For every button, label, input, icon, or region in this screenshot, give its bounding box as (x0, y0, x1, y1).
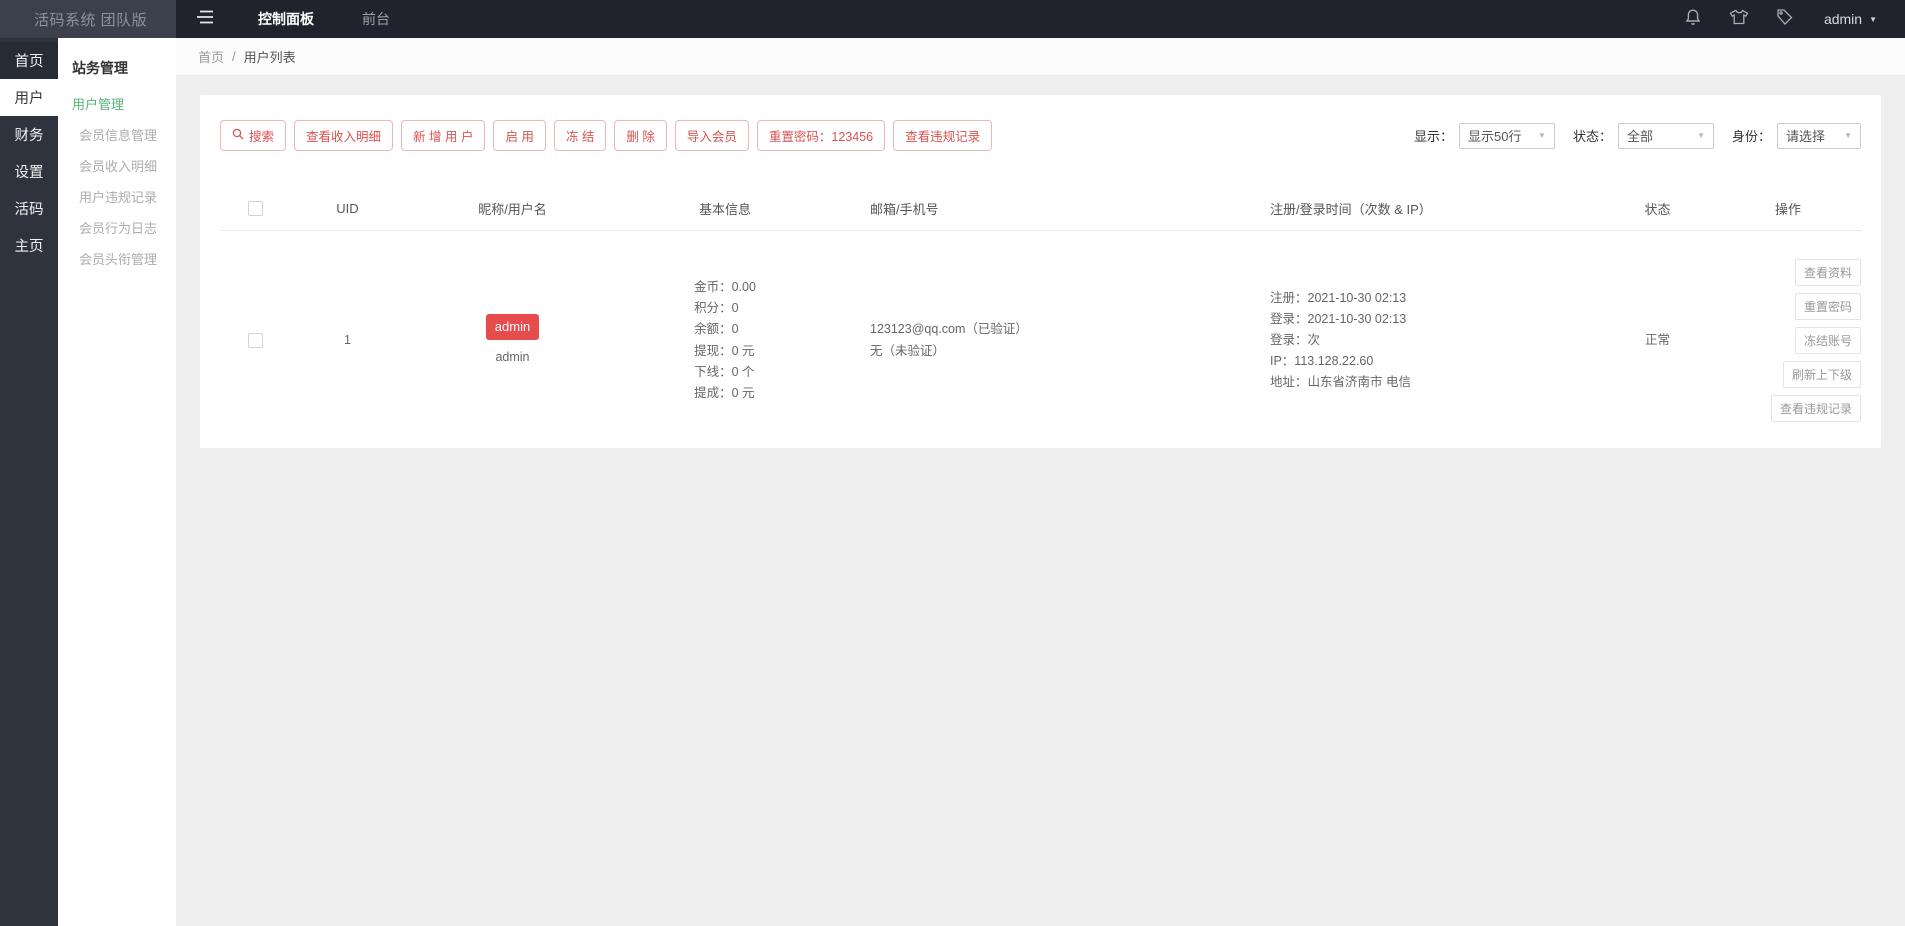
submenu-item-title-mgmt[interactable]: 会员头衔管理 (58, 243, 176, 274)
table-row: 1 admin admin 金币：0.00 积分：0 余额：0 提现：0 元 下… (220, 230, 1861, 451)
filter-label-role: 身份： (1731, 129, 1771, 144)
refresh-hierarchy-button[interactable]: 刷新上下级 (1782, 360, 1861, 388)
top-nav-frontend[interactable]: 前台 (338, 0, 414, 38)
role-badge: admin (485, 313, 540, 341)
top-nav: 控制面板 前台 (234, 0, 414, 38)
view-profile-button[interactable]: 查看资料 (1794, 258, 1861, 286)
role-select[interactable]: 请选择 ▼ (1777, 122, 1861, 149)
sidebar-item-settings[interactable]: 设置 (0, 153, 58, 190)
sidebar-item-livecode[interactable]: 活码 (0, 190, 58, 227)
rows-per-page-select[interactable]: 显示50行 ▼ (1458, 122, 1555, 149)
cell-register-login: 注册：2021-10-30 02:13 登录：2021-10-30 02:13 … (1270, 230, 1600, 451)
app-logo: 活码系统 团队版 (0, 0, 176, 38)
reset-password-button[interactable]: 重置密码：123456 (756, 120, 886, 151)
bell-icon (1685, 8, 1701, 31)
theme-button[interactable] (1716, 0, 1762, 38)
submenu-item-violation-records[interactable]: 用户违规记录 (58, 181, 176, 212)
table-header-row: UID 昵称/用户名 基本信息 邮箱/手机号 注册/登录时间（次数 & IP） … (220, 187, 1861, 231)
menu-icon (196, 10, 214, 29)
cell-actions: 查看资料 重置密码 冻结账号 刷新上下级 查看违规记录 (1715, 230, 1861, 451)
email-text: 123123@qq.com（已验证） (870, 322, 1028, 337)
phone-text: 无（未验证） (870, 343, 946, 358)
submenu-item-member-info[interactable]: 会员信息管理 (58, 119, 176, 150)
geo-address: 地址：山东省济南市 电信 (1270, 375, 1411, 390)
user-dropdown[interactable]: admin ▼ (1808, 11, 1887, 27)
breadcrumb: 首页 / 用户列表 (176, 38, 1905, 76)
add-user-button[interactable]: 新 增 用 户 (401, 120, 486, 151)
tag-icon (1776, 8, 1793, 30)
username-text: admin (495, 350, 530, 365)
toolbar: 搜索 查看收入明细 新 增 用 户 启 用 冻 结 删 除 导入会员 重置密码：… (220, 120, 1861, 151)
header-basic-info: 基本信息 (620, 187, 830, 231)
chevron-down-icon: ▼ (1697, 131, 1705, 140)
status-select[interactable]: 全部 ▼ (1617, 122, 1714, 149)
cell-nickname: admin admin (405, 230, 620, 451)
view-income-button[interactable]: 查看收入明细 (294, 120, 394, 151)
submenu-item-behavior-log[interactable]: 会员行为日志 (58, 212, 176, 243)
submenu-header-site-mgmt[interactable]: 站务管理 (58, 50, 176, 88)
delete-button[interactable]: 删 除 (614, 120, 667, 151)
filter-label-rows: 显示： (1413, 129, 1453, 144)
login-time: 登录：2021-10-30 02:13 (1270, 311, 1407, 326)
topbar: 活码系统 团队版 控制面板 前台 admin ▼ (0, 0, 1905, 38)
header-status: 状态 (1600, 187, 1715, 231)
sidebar-item-homepage[interactable]: 主页 (0, 227, 58, 264)
header-uid: UID (290, 187, 405, 231)
select-all-checkbox[interactable] (247, 200, 263, 216)
freeze-account-button[interactable]: 冻结账号 (1794, 326, 1861, 354)
user-list-card: 搜索 查看收入明细 新 增 用 户 启 用 冻 结 删 除 导入会员 重置密码：… (200, 95, 1881, 451)
basic-points: 积分：0 (694, 301, 739, 316)
freeze-button[interactable]: 冻 结 (553, 120, 607, 151)
header-nickname: 昵称/用户名 (405, 187, 620, 231)
filters: 显示： 显示50行 ▼ 状态： 全部 ▼ 身份： 请选择 ▼ (1413, 122, 1861, 149)
topbar-right: admin ▼ (1670, 0, 1905, 38)
enable-button[interactable]: 启 用 (493, 120, 546, 151)
sidebar-submenu: 站务管理 用户管理 会员信息管理 会员收入明细 用户违规记录 会员行为日志 会员… (58, 38, 176, 926)
filter-label-status: 状态： (1572, 129, 1612, 144)
notifications-button[interactable] (1670, 0, 1716, 38)
chevron-down-icon: ▼ (1844, 131, 1852, 140)
sidebar-item-users[interactable]: 用户 (0, 79, 58, 116)
view-violations-row-button[interactable]: 查看违规记录 (1770, 394, 1861, 422)
sidebar-toggle-button[interactable] (176, 0, 234, 38)
user-name: admin (1823, 11, 1863, 27)
login-count: 登录：次 (1270, 332, 1321, 347)
header-actions: 操作 (1715, 187, 1861, 231)
chevron-down-icon: ▼ (1869, 14, 1877, 24)
basic-gold: 金币：0.00 (694, 280, 756, 295)
import-members-button[interactable]: 导入会员 (674, 120, 749, 151)
breadcrumb-home-link[interactable]: 首页 (198, 47, 224, 66)
basic-withdraw: 提现：0 元 (694, 343, 755, 358)
tshirt-icon (1729, 9, 1749, 30)
header-contact: 邮箱/手机号 (830, 187, 1270, 231)
ip-address: IP：113.128.22.60 (1270, 354, 1374, 369)
sidebar-rail: 首页 用户 财务 设置 活码 主页 (0, 38, 58, 926)
top-nav-dashboard[interactable]: 控制面板 (234, 0, 338, 38)
breadcrumb-current: 用户列表 (243, 50, 296, 65)
search-button[interactable]: 搜索 (220, 120, 287, 151)
toolbar-buttons: 搜索 查看收入明细 新 增 用 户 启 用 冻 结 删 除 导入会员 重置密码：… (220, 120, 1000, 151)
status-text: 正常 (1600, 230, 1715, 451)
submenu-item-member-income[interactable]: 会员收入明细 (58, 150, 176, 181)
cell-uid: 1 (290, 230, 405, 451)
user-table: UID 昵称/用户名 基本信息 邮箱/手机号 注册/登录时间（次数 & IP） … (220, 187, 1861, 451)
sidebar-item-home[interactable]: 首页 (0, 42, 58, 79)
reset-password-row-button[interactable]: 重置密码 (1794, 292, 1861, 320)
sidebar-item-finance[interactable]: 财务 (0, 116, 58, 153)
submenu-item-user-mgmt[interactable]: 用户管理 (58, 88, 176, 119)
basic-commission: 提成：0 元 (694, 385, 755, 400)
search-icon (232, 128, 244, 143)
basic-balance: 余额：0 (694, 322, 739, 337)
row-checkbox[interactable] (247, 332, 263, 348)
header-register-login: 注册/登录时间（次数 & IP） (1270, 187, 1600, 231)
chevron-down-icon: ▼ (1538, 131, 1546, 140)
view-violations-button[interactable]: 查看违规记录 (893, 120, 993, 151)
breadcrumb-separator: / (232, 49, 236, 64)
cell-contact: 123123@qq.com（已验证） 无（未验证） (830, 230, 1270, 451)
basic-downline: 下线：0 个 (694, 364, 755, 379)
register-time: 注册：2021-10-30 02:13 (1270, 290, 1407, 305)
cell-basic-info: 金币：0.00 积分：0 余额：0 提现：0 元 下线：0 个 提成：0 元 (620, 230, 830, 451)
tags-button[interactable] (1762, 0, 1808, 38)
